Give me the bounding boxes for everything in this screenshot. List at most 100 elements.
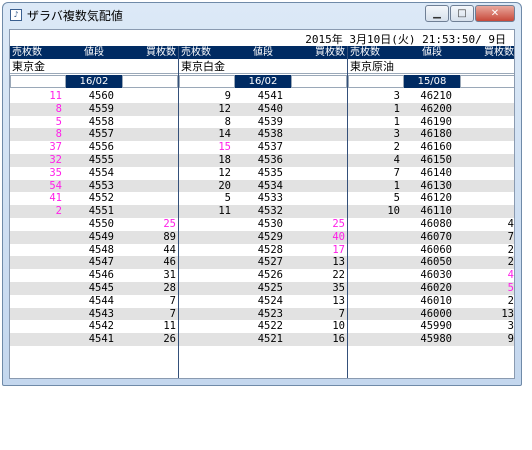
maximize-button[interactable]: □ [450,5,474,22]
close-button[interactable]: ✕ [475,5,515,22]
sell-qty [348,320,404,333]
order-book-row[interactable]: 1 46130 [348,179,514,193]
order-book-row[interactable]: 4529 40 [179,230,347,244]
price: 46110 [420,205,452,218]
sell-qty-header: 売枚数 [12,47,42,58]
price: 4545 [88,281,114,294]
order-book-row[interactable]: 3 46210 [348,90,514,103]
instrument-name[interactable]: 東京金 [10,59,178,74]
instrument-name[interactable]: 東京白金 [179,59,347,74]
order-book-row[interactable]: 8 4557 [10,128,178,142]
buy-qty [122,180,178,193]
window-controls: ▁ □ ✕ [424,5,515,22]
order-book-row[interactable]: 45980 9 [348,333,514,346]
price: 4526 [257,269,283,282]
order-book-row[interactable]: 12 4535 [179,167,347,180]
price: 46140 [420,166,452,179]
order-book-row[interactable]: 11 4532 [179,205,347,218]
price: 46130 [420,179,452,192]
order-book-row[interactable]: 18 4536 [179,153,347,167]
order-book-row[interactable]: 4543 7 [10,307,178,321]
title-bar[interactable]: ♪ ザラバ複数気配値 ▁ □ ✕ [3,3,521,29]
order-book-row[interactable]: 4 46150 [348,153,514,167]
order-book-row[interactable]: 35 4554 [10,167,178,180]
sell-qty: 7 [393,166,400,179]
sell-qty [179,320,235,333]
sell-qty: 54 [49,179,62,192]
order-book-row[interactable]: 54 4553 [10,179,178,193]
order-book: 3 46210 1 46200 1 46190 3 46180 2 46160 4 46150 7 461… [348,90,514,346]
order-book-row[interactable]: 4546 31 [10,269,178,282]
order-book-row[interactable]: 8 4559 [10,102,178,116]
order-book-row[interactable]: 46000 13 [348,307,514,321]
sell-qty [10,308,66,321]
price: 46190 [420,115,452,128]
order-book-row[interactable]: 4527 13 [179,256,347,270]
order-book-row[interactable]: 11 4560 [10,90,178,103]
order-book-row[interactable]: 4550 25 [10,218,178,231]
sell-qty [348,282,404,295]
sell-qty [10,269,66,282]
buy-qty [122,90,178,103]
contract-month[interactable]: 16/02 [66,75,122,88]
price: 4556 [88,141,114,154]
order-book-row[interactable]: 4530 25 [179,218,347,231]
order-book-row[interactable]: 4524 13 [179,295,347,308]
order-book-row[interactable]: 7 46140 [348,166,514,180]
order-book-row[interactable]: 46080 4 [348,218,514,231]
order-book-row[interactable]: 2 4551 [10,205,178,218]
order-book-row[interactable]: 4523 7 [179,307,347,321]
buy-qty: 5 [507,281,514,294]
order-book-row[interactable]: 2 46160 [348,141,514,154]
order-book-row[interactable]: 20 4534 [179,179,347,193]
order-book-row[interactable]: 5 4558 [10,116,178,129]
order-book-row[interactable]: 4526 22 [179,269,347,282]
instrument-name[interactable]: 東京原油 [348,59,514,74]
price: 4535 [257,166,283,179]
buy-qty [122,167,178,180]
order-book-row[interactable]: 46020 5 [348,281,514,295]
order-book-row[interactable]: 15 4537 [179,141,347,154]
minimize-button[interactable]: ▁ [425,5,449,22]
order-book-row[interactable]: 4522 10 [179,320,347,333]
contract-month[interactable]: 15/08 [404,75,460,88]
order-book-row[interactable]: 41 4552 [10,192,178,205]
sell-qty [10,320,66,333]
order-book-row[interactable]: 5 46120 [348,192,514,205]
order-book-row[interactable]: 3 46180 [348,128,514,142]
sell-qty [179,282,235,295]
order-book-row[interactable]: 4542 11 [10,320,178,333]
order-book-row[interactable]: 46070 7 [348,230,514,244]
order-book-row[interactable]: 14 4538 [179,128,347,142]
order-book-row[interactable]: 4521 16 [179,333,347,346]
order-book-row[interactable]: 4544 7 [10,295,178,308]
order-book-row[interactable]: 46050 2 [348,256,514,270]
contract-month[interactable]: 16/02 [235,75,291,88]
order-book-row[interactable]: 4525 35 [179,281,347,295]
order-book-row[interactable]: 4548 44 [10,244,178,257]
order-book-row[interactable]: 1 46190 [348,115,514,129]
buy-qty: 31 [163,269,176,282]
order-book-row[interactable]: 9 4541 [179,90,347,103]
order-book-row[interactable]: 5 4533 [179,192,347,205]
order-book-row[interactable]: 37 4556 [10,141,178,154]
order-book-row[interactable]: 12 4540 [179,102,347,116]
order-book-row[interactable]: 4547 46 [10,256,178,270]
price: 4522 [257,320,283,333]
order-book-row[interactable]: 32 4555 [10,153,178,167]
order-book-row[interactable]: 4528 17 [179,244,347,257]
order-book-row[interactable]: 8 4539 [179,116,347,129]
order-book-row[interactable]: 4545 28 [10,281,178,295]
order-book-row[interactable]: 46030 4 [348,269,514,282]
buy-qty: 17 [332,243,345,256]
month-spacer [122,75,178,88]
order-book-row[interactable]: 4541 26 [10,333,178,346]
sell-qty: 5 [55,115,62,128]
order-book-row[interactable]: 1 46200 [348,102,514,116]
order-book-row[interactable]: 10 46110 [348,205,514,218]
order-book-row[interactable]: 46060 2 [348,244,514,257]
order-book-row[interactable]: 45990 3 [348,320,514,333]
order-book-row[interactable]: 46010 2 [348,295,514,308]
app-icon[interactable]: ♪ [10,9,22,21]
order-book-row[interactable]: 4549 89 [10,230,178,244]
